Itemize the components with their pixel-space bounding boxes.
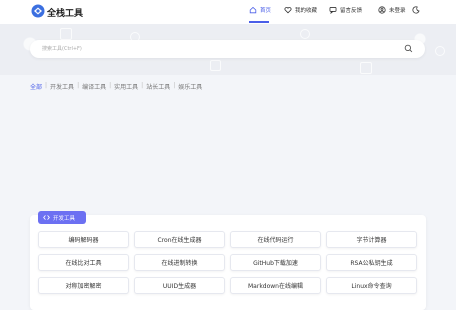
- code-brackets-icon: [43, 215, 50, 220]
- nav-favorites-label: 我的收藏: [295, 8, 318, 14]
- nav-favorites[interactable]: 我的收藏: [284, 6, 317, 14]
- tool-online-diff[interactable]: 在线比对工具: [38, 254, 129, 271]
- decor-shape: [300, 29, 310, 39]
- nav-feedback[interactable]: 留言反馈: [329, 6, 362, 14]
- divider: |: [109, 82, 112, 89]
- nav-active-indicator: [249, 21, 269, 23]
- divider: |: [141, 82, 144, 89]
- nav-feedback-label: 留言反馈: [340, 8, 363, 14]
- decor-shape: [435, 46, 445, 56]
- tool-byte-calculator[interactable]: 字节计算器: [326, 231, 417, 248]
- category-all[interactable]: 全部: [30, 82, 42, 91]
- category-webmaster-tools[interactable]: 站长工具: [146, 82, 170, 91]
- category-compile-tools[interactable]: 编译工具: [82, 82, 106, 91]
- tool-linux-command-lookup[interactable]: Linux命令查询: [326, 277, 417, 294]
- top-bar: 全栈工具 首页 我的收藏 留言反馈 未登录: [0, 0, 456, 24]
- tool-encoder-decoder[interactable]: 编码解码器: [38, 231, 129, 248]
- nav-login[interactable]: 未登录: [378, 6, 406, 14]
- nav-login-label: 未登录: [389, 8, 406, 14]
- chat-icon: [329, 7, 337, 14]
- divider: |: [77, 82, 80, 89]
- category-filter: 全部 | 开发工具 | 编译工具 | 实用工具 | 站长工具 | 娱乐工具: [30, 82, 202, 91]
- tool-github-download-accel[interactable]: GitHub下载加速: [230, 254, 321, 271]
- decor-shape: [60, 28, 72, 40]
- tool-rsa-keygen[interactable]: RSA公私钥生成: [326, 254, 417, 271]
- tool-cron-generator[interactable]: Cron在线生成器: [134, 231, 225, 248]
- user-icon: [378, 6, 386, 14]
- category-dev-tools[interactable]: 开发工具: [50, 82, 74, 91]
- tool-symmetric-crypto[interactable]: 对称加密解密: [38, 277, 129, 294]
- category-utility-tools[interactable]: 实用工具: [114, 82, 138, 91]
- divider: |: [45, 82, 48, 89]
- category-fun-tools[interactable]: 娱乐工具: [178, 82, 202, 91]
- tool-online-code-runner[interactable]: 在线代码运行: [230, 231, 321, 248]
- tool-grid: 编码解码器 Cron在线生成器 在线代码运行 字节计算器 在线比对工具 在线进制…: [38, 231, 418, 294]
- brand-name[interactable]: 全栈工具: [47, 6, 83, 19]
- decor-shape: [360, 62, 372, 74]
- nav-home[interactable]: 首页: [249, 6, 271, 14]
- decor-shape: [210, 60, 221, 71]
- search-placeholder: 搜索工具(Ctrl+F): [42, 46, 82, 52]
- nav-home-label: 首页: [260, 8, 272, 14]
- moon-icon[interactable]: [412, 6, 420, 14]
- section-tag-label: 开发工具: [53, 215, 76, 222]
- search-icon[interactable]: [404, 44, 413, 53]
- divider: |: [173, 82, 176, 89]
- heart-icon: [284, 7, 292, 14]
- tool-uuid-generator[interactable]: UUID生成器: [134, 277, 225, 294]
- home-icon: [249, 6, 257, 14]
- logo-icon[interactable]: [31, 4, 45, 18]
- tool-markdown-editor[interactable]: Markdown在线编辑: [230, 277, 321, 294]
- search-input[interactable]: 搜索工具(Ctrl+F): [30, 40, 425, 58]
- section-tag: 开发工具: [38, 211, 86, 224]
- tool-base-converter[interactable]: 在线进制转换: [134, 254, 225, 271]
